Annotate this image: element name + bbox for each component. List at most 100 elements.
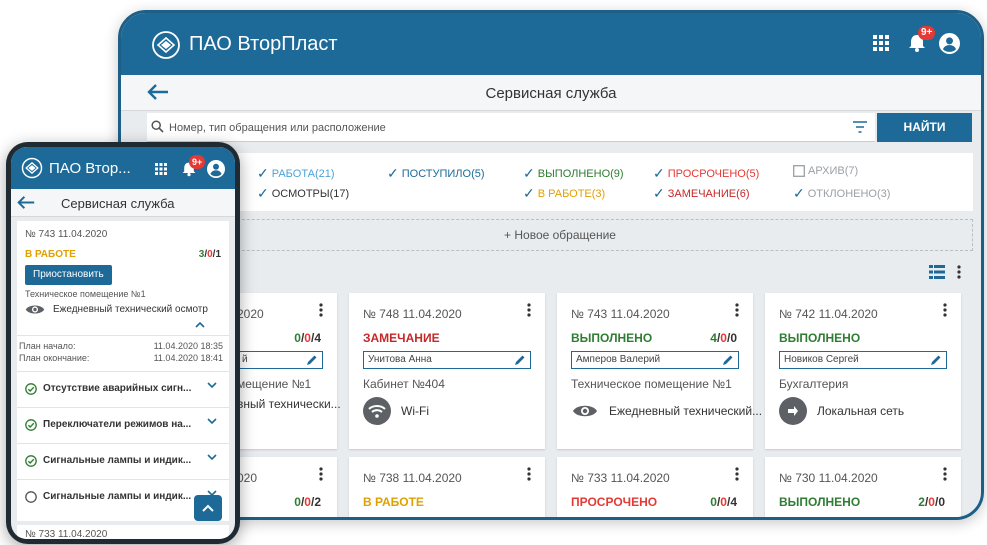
assignee-field[interactable]: Унитова Анна — [363, 351, 531, 369]
filter-work[interactable]: ✓ РАБОТА(21) — [257, 165, 335, 182]
request-card[interactable]: № 742 11.04.2020 ВЫПОЛНЕНО Новиков Серге… — [765, 293, 961, 449]
checklist-item[interactable]: Сигнальные лампы и индик... — [17, 443, 229, 477]
notifications-badge: 9+ — [189, 155, 206, 169]
check-circle-icon — [25, 418, 37, 431]
apps-grid-icon[interactable] — [873, 35, 889, 51]
filter-received[interactable]: ✓ ПОСТУПИЛО(5) — [387, 165, 485, 182]
request-card[interactable]: № 743 11.04.2020 ВЫПОЛНЕНО 4/0/0 Амперов… — [557, 293, 762, 449]
request-card[interactable]: № 748 11.04.2020 ЗАМЕЧАНИЕ Унитова Анна … — [349, 293, 545, 449]
check-icon: ✓ — [653, 165, 665, 181]
status-badge: В РАБОТЕ — [363, 495, 424, 509]
filter-done[interactable]: ✓ ВЫПОЛНЕНО(9) — [523, 165, 624, 182]
mobile-screen: ПАО Втор... 9+ Сервисная служба № 743 11… — [11, 147, 235, 539]
mobile-app-name: ПАО Втор... — [49, 160, 131, 177]
suspend-button[interactable]: Приостановить — [25, 265, 112, 285]
list-view-icon[interactable] — [929, 265, 945, 279]
find-button[interactable]: НАЙТИ — [877, 113, 972, 142]
more-vert-icon[interactable] — [527, 467, 531, 481]
check-icon: ✓ — [653, 185, 665, 201]
search-bar — [147, 113, 875, 142]
assignee-field[interactable]: й — [237, 351, 323, 369]
account-icon[interactable] — [207, 160, 225, 178]
app-name: ПАО ВторПласт — [189, 33, 338, 55]
page-title-bar: Сервисная служба — [121, 75, 981, 111]
status-badge: ВЫПОЛНЕНО — [571, 331, 653, 345]
request-card[interactable]: № 733 11.04.2020 ПРОСРОЧЕНО 0/0/4 — [557, 457, 753, 517]
company-logo-icon — [21, 157, 43, 179]
checklist-item[interactable]: Переключатели режимов на... — [17, 407, 229, 441]
checklist-item[interactable]: Отсутствие аварийных сигн... — [17, 371, 229, 405]
chevron-up-icon[interactable] — [195, 321, 205, 328]
request-card[interactable]: № 738 11.04.2020 В РАБОТЕ — [349, 457, 545, 517]
mobile-title-bar: Сервисная служба — [11, 189, 235, 217]
back-arrow-icon[interactable] — [17, 195, 35, 210]
edit-pencil-icon[interactable] — [306, 354, 318, 366]
eye-icon — [25, 303, 45, 316]
app-header: ПАО ВторПласт 9+ — [121, 13, 981, 75]
status-badge: ВЫПОЛНЕНО — [779, 331, 861, 345]
check-icon: ✓ — [793, 185, 805, 201]
network-plug-icon — [779, 397, 807, 425]
status-badge: ВЫПОЛНЕНО — [779, 495, 861, 509]
check-icon: ✓ — [523, 185, 535, 201]
status-badge: ПРОСРОЧЕНО — [571, 495, 658, 509]
mobile-request-card[interactable]: № 743 11.04.2020 В РАБОТЕ 3/0/1 Приостан… — [17, 221, 229, 521]
more-vert-icon[interactable] — [319, 303, 323, 317]
more-vert-icon[interactable] — [527, 303, 531, 317]
chevron-down-icon[interactable] — [207, 454, 217, 461]
chevron-down-icon[interactable] — [207, 382, 217, 389]
check-icon: ✓ — [523, 165, 535, 181]
chevron-up-icon — [202, 504, 214, 512]
mobile-page-title: Сервисная служба — [61, 196, 175, 211]
status-badge: ЗАМЕЧАНИЕ — [363, 331, 440, 345]
task-counts: 0/0/4 — [294, 331, 321, 345]
task-counts: 0/0/2 — [294, 495, 321, 509]
filter-in-progress[interactable]: ✓ В РАБОТЕ(3) — [523, 185, 605, 202]
filter-overdue[interactable]: ✓ ПРОСРОЧЕНО(5) — [653, 165, 759, 182]
mobile-app-header: ПАО Втор... 9+ — [11, 147, 235, 189]
edit-pencil-icon[interactable] — [930, 354, 942, 366]
apps-grid-icon[interactable] — [155, 163, 167, 175]
check-circle-icon — [25, 454, 37, 467]
task-counts: 3/0/1 — [198, 249, 221, 260]
new-request-button[interactable]: + Новое обращение — [147, 219, 973, 251]
status-badge: В РАБОТЕ — [25, 249, 76, 260]
edit-pencil-icon[interactable] — [722, 354, 734, 366]
more-vert-icon[interactable] — [957, 265, 961, 279]
search-icon — [151, 120, 164, 133]
filter-icon[interactable] — [853, 121, 867, 133]
task-counts: 0/0/4 — [710, 495, 737, 509]
status-filters: ✓ РАБОТА(21) ✓ ОСМОТРЫ(17) ✓ ПОСТУПИЛО(5) ✓… — [147, 153, 973, 211]
empty-circle-icon — [25, 490, 37, 503]
check-icon: ✓ — [257, 185, 269, 201]
mobile-device: ПАО Втор... 9+ Сервисная служба № 743 11… — [6, 142, 240, 544]
filter-rejected[interactable]: ✓ ОТКЛОНЕНО(3) — [793, 185, 890, 202]
search-input[interactable] — [169, 118, 849, 138]
account-icon[interactable] — [939, 33, 960, 54]
assignee-field[interactable]: Новиков Сергей — [779, 351, 947, 369]
mobile-next-card[interactable]: № 733 11.04.2020 — [17, 525, 229, 539]
check-icon: ✓ — [387, 165, 399, 181]
chevron-down-icon[interactable] — [207, 418, 217, 425]
checkbox-empty-icon — [793, 165, 805, 177]
notifications-badge: 9+ — [918, 26, 936, 40]
task-counts: 4/0/0 — [710, 331, 737, 345]
assignee-field[interactable]: Амперов Валерий — [571, 351, 739, 369]
scroll-top-button[interactable] — [194, 495, 222, 521]
more-vert-icon[interactable] — [943, 303, 947, 317]
task-counts: 2/0/0 — [918, 495, 945, 509]
filter-archive[interactable]: АРХИВ(7) — [793, 165, 858, 177]
company-logo-icon — [151, 30, 181, 60]
check-icon: ✓ — [257, 165, 269, 181]
more-vert-icon[interactable] — [735, 467, 739, 481]
filter-inspections[interactable]: ✓ ОСМОТРЫ(17) — [257, 185, 349, 202]
page-title: Сервисная служба — [485, 85, 617, 102]
edit-pencil-icon[interactable] — [514, 354, 526, 366]
filter-remark[interactable]: ✓ ЗАМЕЧАНИЕ(6) — [653, 185, 750, 202]
more-vert-icon[interactable] — [943, 467, 947, 481]
desktop-window: ПАО ВторПласт 9+ Сервисная служба НАЙТИ … — [118, 10, 984, 520]
check-circle-icon — [25, 382, 37, 395]
request-card[interactable]: № 730 11.04.2020 ВЫПОЛНЕНО 2/0/0 — [765, 457, 961, 517]
more-vert-icon[interactable] — [735, 303, 739, 317]
more-vert-icon[interactable] — [319, 467, 323, 481]
